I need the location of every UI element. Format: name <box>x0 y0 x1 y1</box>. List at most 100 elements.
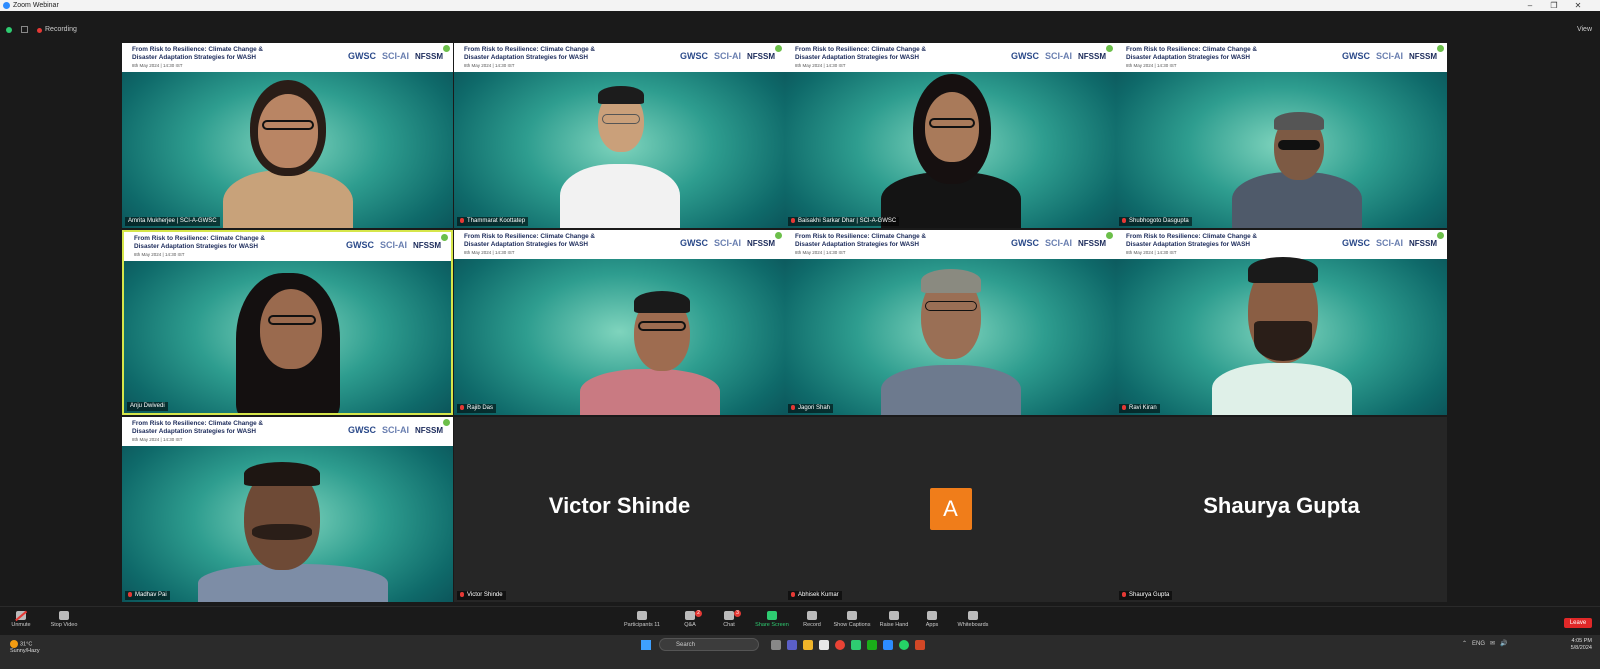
gwsc-logo: GWSC <box>680 51 708 61</box>
video-off-tile[interactable]: Victor Shinde Victor Shinde <box>454 417 785 602</box>
weather-widget[interactable]: 31°C Sunny/Hazy <box>10 640 40 655</box>
video-tile[interactable]: From Risk to Resilience: Climate Change … <box>454 43 785 228</box>
line-icon[interactable] <box>851 640 861 650</box>
banner-title-line2: Disaster Adaptation Strategies for WASH <box>132 54 257 61</box>
close-button[interactable]: ✕ <box>1568 0 1588 11</box>
whatsapp-icon[interactable] <box>899 640 909 650</box>
sciai-logo: SCI-AI <box>380 240 407 250</box>
video-tile[interactable]: From Risk to Resilience: Climate Change … <box>122 43 453 228</box>
video-tile[interactable]: From Risk to Resilience: Climate Change … <box>1116 43 1447 228</box>
windows-start-icon[interactable] <box>641 640 651 650</box>
security-shield-icon[interactable] <box>6 27 12 33</box>
sciai-logo: SCI-AI <box>1376 51 1403 61</box>
window-titlebar: Zoom Webinar – ❐ ✕ <box>0 0 1600 11</box>
powerpoint-icon[interactable] <box>915 640 925 650</box>
spotlight-badge-icon <box>1106 232 1113 239</box>
unmute-button[interactable]: Unmute <box>1 611 41 628</box>
video-tile[interactable]: From Risk to Resilience: Climate Change … <box>454 230 785 415</box>
sciai-logo: SCI-AI <box>1045 238 1072 248</box>
video-tile-active-speaker[interactable]: From Risk to Resilience: Climate Change … <box>122 230 453 415</box>
leave-button[interactable]: Leave <box>1564 618 1592 628</box>
file-explorer-icon[interactable] <box>803 640 813 650</box>
window-title: Zoom Webinar <box>13 2 59 9</box>
nfssm-logo: NFSSM <box>1078 51 1106 61</box>
muted-mic-icon <box>1122 404 1126 410</box>
banner-title-line2: Disaster Adaptation Strategies for WASH <box>464 241 589 248</box>
view-button[interactable]: View <box>1577 26 1592 33</box>
participant-name: Ravi Kiran <box>1119 404 1160 413</box>
apps-button[interactable]: Apps <box>912 611 952 628</box>
chrome-icon[interactable] <box>835 640 845 650</box>
video-tile[interactable]: From Risk to Resilience: Climate Change … <box>1116 230 1447 415</box>
webinar-banner: From Risk to Resilience: Climate Change … <box>1116 43 1447 72</box>
participant-video <box>851 72 1051 228</box>
show-captions-button[interactable]: Show Captions <box>832 611 872 628</box>
banner-date: 8th May 2024 | 14:30 IST <box>1126 250 1177 255</box>
participant-video <box>1182 257 1382 415</box>
chat-button[interactable]: 3 Chat <box>709 610 749 628</box>
clock[interactable]: 4:05 PM 5/8/2024 <box>1571 638 1592 652</box>
teams-icon[interactable] <box>787 640 797 650</box>
zoom-taskbar-icon[interactable] <box>883 640 893 650</box>
qa-badge: 2 <box>695 610 702 617</box>
qa-button[interactable]: 2 Q&A <box>670 610 710 628</box>
webinar-banner: From Risk to Resilience: Climate Change … <box>122 43 453 72</box>
banner-date: 8th May 2024 | 14:30 IST <box>132 63 183 68</box>
participant-video <box>851 259 1051 415</box>
video-tile[interactable]: From Risk to Resilience: Climate Change … <box>785 43 1116 228</box>
store-icon[interactable] <box>819 640 829 650</box>
muted-mic-icon <box>1122 591 1126 597</box>
banner-title-line2: Disaster Adaptation Strategies for WASH <box>464 54 589 61</box>
raise-hand-button[interactable]: Raise Hand <box>874 611 914 628</box>
participant-video <box>188 72 388 228</box>
video-off-tile[interactable]: A Abhisek Kumar <box>785 417 1116 602</box>
stop-video-button[interactable]: Stop Video <box>44 611 84 628</box>
record-button[interactable]: Record <box>792 611 832 628</box>
gwsc-logo: GWSC <box>1011 51 1039 61</box>
video-camera-icon <box>59 611 69 620</box>
banner-title-line1: From Risk to Resilience: Climate Change … <box>795 233 927 240</box>
participants-button[interactable]: Participants 11 <box>622 611 662 628</box>
gwsc-logo: GWSC <box>348 425 376 435</box>
video-tile[interactable]: From Risk to Resilience: Climate Change … <box>785 230 1116 415</box>
recording-label[interactable]: Recording <box>45 26 77 33</box>
participant-name: Madhav Pai <box>125 591 170 600</box>
meeting-info-icon[interactable] <box>21 26 28 33</box>
nfssm-logo: NFSSM <box>1409 51 1437 61</box>
participant-name: Amrita Mukherjee | SCI-A-GWSC <box>125 217 220 226</box>
nfssm-logo: NFSSM <box>413 240 441 250</box>
webinar-banner: From Risk to Resilience: Climate Change … <box>785 43 1116 72</box>
banner-title-line1: From Risk to Resilience: Climate Change … <box>132 46 264 53</box>
taskbar-search-input[interactable]: Search <box>659 638 759 651</box>
spotlight-badge-icon <box>1106 45 1113 52</box>
participant-video <box>188 259 388 413</box>
participant-video <box>520 72 720 228</box>
muted-mic-icon <box>128 591 132 597</box>
wechat-icon[interactable] <box>867 640 877 650</box>
qa-icon <box>685 611 695 620</box>
video-tile[interactable]: From Risk to Resilience: Climate Change … <box>122 417 453 602</box>
minimize-button[interactable]: – <box>1520 0 1540 11</box>
gwsc-logo: GWSC <box>348 51 376 61</box>
nfssm-logo: NFSSM <box>1409 238 1437 248</box>
language-indicator[interactable]: ENG <box>1472 641 1485 647</box>
participant-video <box>1182 72 1382 228</box>
share-screen-button[interactable]: Share Screen <box>752 611 792 628</box>
video-off-tile[interactable]: Shaurya Gupta Shaurya Gupta <box>1116 417 1447 602</box>
participant-name: Baisakhi Sarkar Dhar | SCI-A-GWSC <box>788 217 900 226</box>
gwsc-logo: GWSC <box>1011 238 1039 248</box>
participant-display-name: Victor Shinde <box>548 493 691 518</box>
banner-date: 8th May 2024 | 14:30 IST <box>464 250 515 255</box>
banner-date: 8th May 2024 | 14:30 IST <box>134 252 185 257</box>
nfssm-logo: NFSSM <box>747 51 775 61</box>
muted-mic-icon <box>791 404 795 410</box>
maximize-button[interactable]: ❐ <box>1544 0 1564 11</box>
spotlight-badge-icon <box>1437 232 1444 239</box>
gwsc-logo: GWSC <box>680 238 708 248</box>
share-screen-icon <box>767 611 777 620</box>
task-view-icon[interactable] <box>771 640 781 650</box>
participant-name: Rajib Das <box>457 404 497 413</box>
system-tray[interactable]: ⌃ ENG ✉ 🔊 <box>1462 640 1508 647</box>
muted-mic-icon <box>791 591 795 597</box>
whiteboards-button[interactable]: Whiteboards <box>953 611 993 628</box>
